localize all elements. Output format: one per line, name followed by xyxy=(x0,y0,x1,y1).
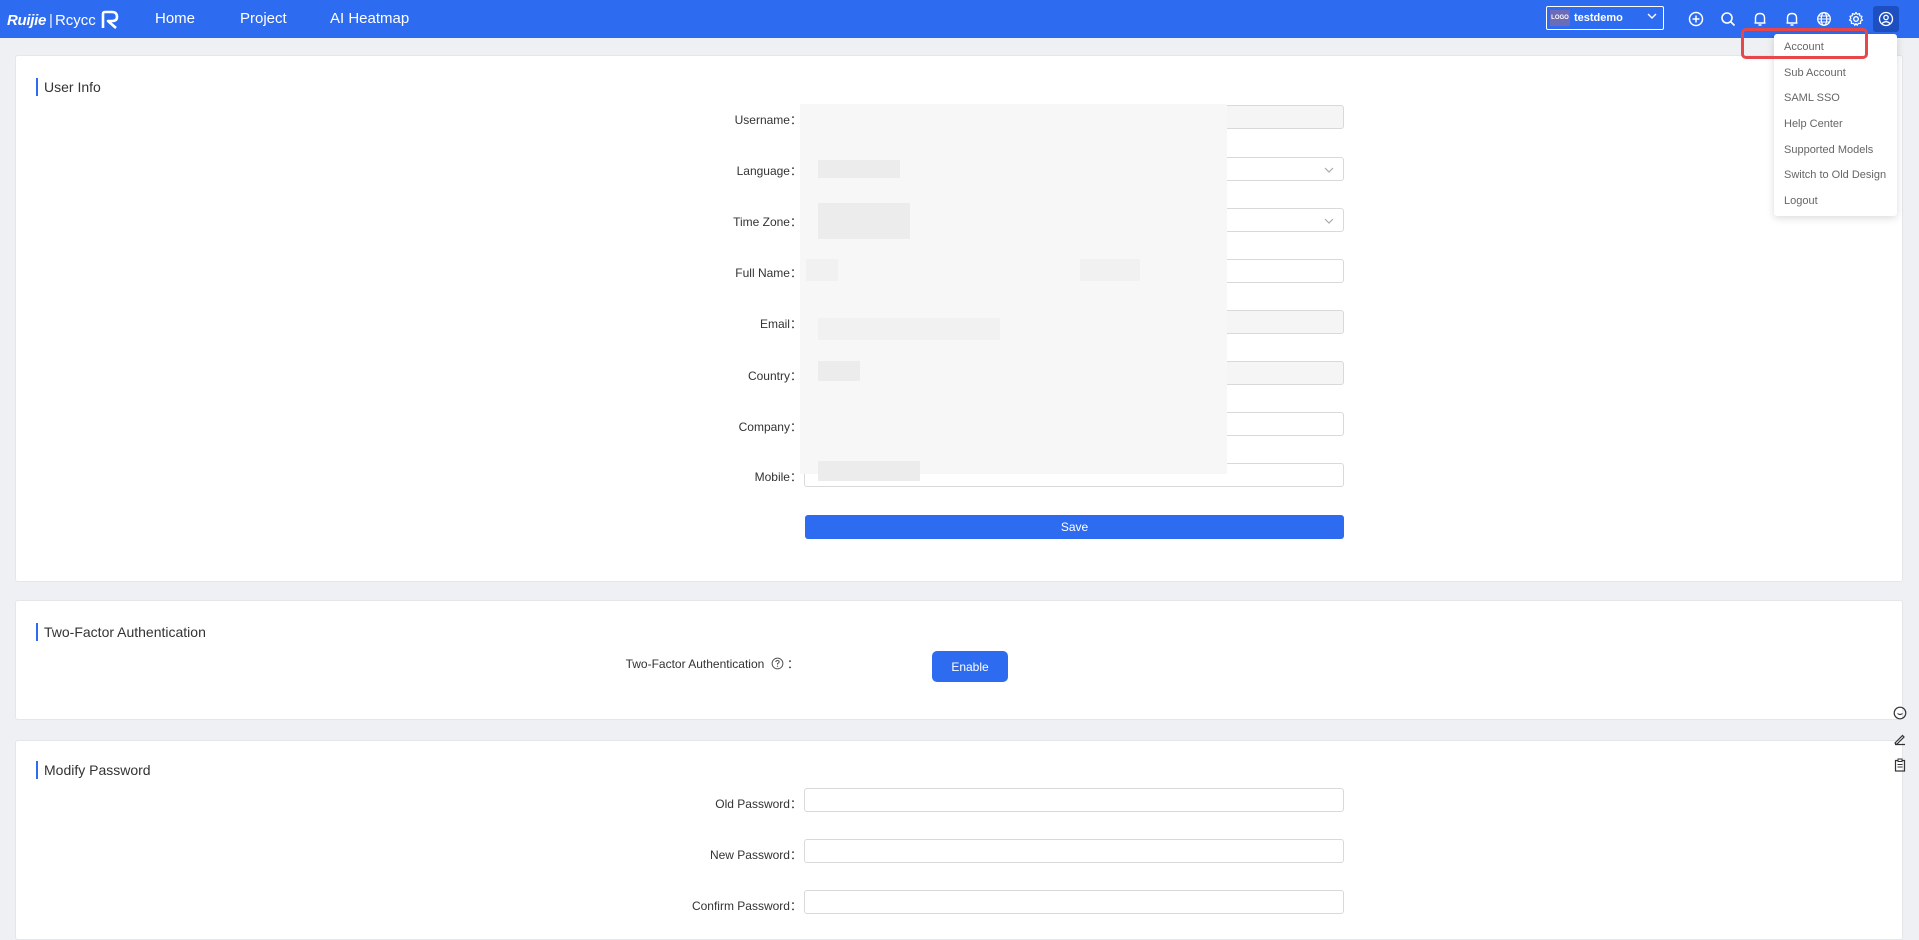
account-highlight-box xyxy=(1741,28,1868,59)
clipboard-icon[interactable] xyxy=(1892,757,1908,773)
two-factor-label: Two-Factor Authentication ： xyxy=(625,657,799,671)
feedback-icon[interactable] xyxy=(1892,731,1908,747)
user-info-title: User Info xyxy=(36,78,101,96)
notification-icon[interactable] xyxy=(1782,9,1802,29)
user-icon xyxy=(1878,11,1894,27)
company-label: Company： xyxy=(738,420,802,434)
redacted-fullname-value-2 xyxy=(1080,259,1140,281)
language-label: Language： xyxy=(736,164,802,178)
modify-password-title: Modify Password xyxy=(36,761,151,779)
redacted-email-value xyxy=(818,318,1000,340)
confirm-password-field[interactable] xyxy=(804,890,1344,914)
organization-name: testdemo xyxy=(1574,12,1623,24)
new-password-field[interactable] xyxy=(804,839,1344,863)
organization-logo: LOGO xyxy=(1550,10,1570,26)
redacted-language-value xyxy=(818,160,900,178)
menu-item-switch-old-design[interactable]: Switch to Old Design xyxy=(1784,169,1886,181)
brand-separator: | xyxy=(49,11,53,29)
redacted-country-value xyxy=(818,361,860,381)
chevron-down-icon xyxy=(1324,167,1334,173)
brand-mark-icon xyxy=(101,10,119,29)
gear-icon[interactable] xyxy=(1846,9,1866,29)
timezone-label: Time Zone： xyxy=(733,215,802,229)
email-label: Email： xyxy=(759,317,802,331)
chat-icon[interactable] xyxy=(1892,705,1908,721)
organization-selector[interactable]: LOGO testdemo xyxy=(1546,6,1664,30)
menu-item-supported-models[interactable]: Supported Models xyxy=(1784,144,1873,156)
nav-home[interactable]: Home xyxy=(155,10,195,27)
menu-item-sub-account[interactable]: Sub Account xyxy=(1784,67,1846,79)
menu-item-logout[interactable]: Logout xyxy=(1784,195,1818,207)
redacted-timezone-value xyxy=(818,203,910,239)
help-circle-icon[interactable] xyxy=(771,657,784,670)
menu-item-help-center[interactable]: Help Center xyxy=(1784,118,1843,130)
redacted-fullname-value xyxy=(806,259,838,281)
old-password-field[interactable] xyxy=(804,788,1344,812)
page-scrollbar[interactable] xyxy=(1912,38,1919,930)
user-menu-button[interactable] xyxy=(1873,6,1899,32)
old-password-label: Old Password： xyxy=(715,797,802,811)
country-label: Country： xyxy=(747,369,802,383)
confirm-password-label: Confirm Password： xyxy=(691,899,802,913)
two-factor-title: Two-Factor Authentication xyxy=(36,623,206,641)
redacted-mobile-value xyxy=(818,461,920,481)
mobile-label: Mobile： xyxy=(754,470,802,484)
brand-logo[interactable]: Ruijie | Rcycc xyxy=(7,9,120,31)
plus-circle-icon[interactable] xyxy=(1686,9,1706,29)
brand-product: Rcycc xyxy=(54,11,96,29)
chevron-down-icon xyxy=(1647,13,1657,19)
chevron-down-icon xyxy=(1324,218,1334,224)
floating-tools xyxy=(1887,702,1913,782)
brand-name: Ruijie xyxy=(7,11,47,29)
fullname-label: Full Name： xyxy=(735,266,802,280)
save-button[interactable]: Save xyxy=(805,515,1344,539)
new-password-label: New Password： xyxy=(709,848,802,862)
globe-icon[interactable] xyxy=(1814,9,1834,29)
top-navigation-bar: Ruijie | Rcycc Home Project AI Heatmap L… xyxy=(0,0,1919,38)
user-dropdown-menu: Account Sub Account SAML SSO Help Center… xyxy=(1774,34,1897,216)
bell-icon[interactable] xyxy=(1750,9,1770,29)
nav-project[interactable]: Project xyxy=(240,10,287,27)
menu-item-saml-sso[interactable]: SAML SSO xyxy=(1784,92,1840,104)
username-label: Username： xyxy=(734,113,802,127)
nav-ai-heatmap[interactable]: AI Heatmap xyxy=(330,10,409,27)
enable-2fa-button[interactable]: Enable xyxy=(932,651,1008,682)
search-icon[interactable] xyxy=(1718,9,1738,29)
